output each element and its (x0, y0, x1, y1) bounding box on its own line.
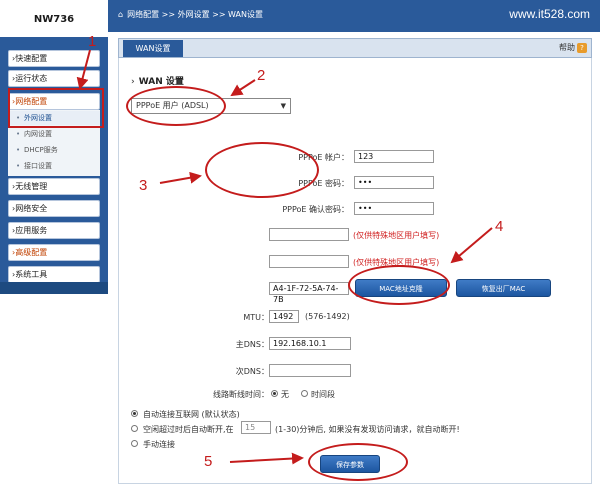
annotation-ring-2 (126, 86, 226, 126)
sidebar: NW736 ›快速配置 ›运行状态 ›网络配置 外网设置 内网设置 DHCP服务… (0, 0, 108, 488)
ac-name-input[interactable] (269, 255, 349, 268)
menu-advanced[interactable]: ›高级配置 (8, 244, 100, 261)
time-range-radio[interactable] (301, 390, 308, 397)
submenu-lan[interactable]: 内网设置 (8, 127, 100, 141)
tab-bar: WAN设置 帮助? (118, 38, 592, 58)
pppoe-confirm-input[interactable]: ••• (354, 202, 434, 215)
annotation-num-2: 2 (257, 67, 266, 84)
help-icon: ? (577, 42, 587, 53)
primary-dns-input[interactable]: 192.168.10.1 (269, 337, 351, 350)
annotation-num-5: 5 (204, 453, 213, 470)
server-name-hint: (仅供特殊地区用户填写) (353, 231, 440, 240)
annotation-num-4: 4 (495, 218, 504, 235)
primary-dns-label: 主DNS： (235, 340, 269, 349)
mtu-input[interactable]: 1492 (269, 310, 299, 323)
idle-disconnect-suffix: (1-30)分钟后, 如果没有发现访问请求，就自动断开! (275, 425, 460, 434)
annotation-ring-4 (348, 265, 450, 305)
help-link[interactable]: 帮助? (559, 42, 587, 53)
menu-run-status[interactable]: ›运行状态 (8, 70, 100, 87)
idle-disconnect-prefix: 空闲超过时后自动断开,在 (143, 425, 234, 434)
annotation-ring-5 (308, 443, 408, 481)
secondary-dns-label: 次DNS： (235, 367, 269, 376)
menu-security[interactable]: ›网络安全 (8, 200, 100, 217)
secondary-dns-input[interactable] (269, 364, 351, 377)
time-none-radio[interactable] (271, 390, 278, 397)
menu-system-tools[interactable]: ›系统工具 (8, 266, 100, 283)
pppoe-account-input[interactable]: 123 (354, 150, 434, 163)
sidebar-footer (0, 282, 108, 294)
tab-wan-settings[interactable]: WAN设置 (123, 40, 183, 57)
submenu-interface[interactable]: 接口设置 (8, 159, 100, 173)
auto-connect-radio[interactable] (131, 410, 138, 417)
time-none-label: 无 (281, 390, 289, 399)
pppoe-confirm-label: PPPoE 确认密码： (282, 205, 349, 214)
idle-minutes-input[interactable]: 15 (241, 421, 271, 434)
time-range-label: 时间段 (311, 390, 335, 399)
sidebar-blank (0, 294, 108, 488)
idle-disconnect-radio[interactable] (131, 425, 138, 432)
menu-wireless[interactable]: ›无线管理 (8, 178, 100, 195)
breadcrumb: ⌂ 网络配置 >> 外网设置 >> WAN设置 (118, 9, 263, 20)
submenu-dhcp[interactable]: DHCP服务 (8, 143, 100, 157)
menu-app-service[interactable]: ›应用服务 (8, 222, 100, 239)
mac-input[interactable]: A4-1F-72-5A-74-7B (269, 282, 349, 304)
annotation-num-1: 1 (88, 33, 97, 50)
annotation-box-1 (8, 88, 104, 128)
annotation-num-3: 3 (139, 177, 148, 194)
manual-connect-radio[interactable] (131, 440, 138, 447)
mtu-label: MTU： (243, 313, 269, 322)
watermark: www.it528.com (509, 7, 590, 21)
help-label: 帮助 (559, 43, 575, 52)
server-name-input[interactable] (269, 228, 349, 241)
pppoe-password-input[interactable]: ••• (354, 176, 434, 189)
manual-connect-label: 手动连接 (143, 440, 175, 449)
breadcrumb-text: 网络配置 >> 外网设置 >> WAN设置 (127, 10, 263, 19)
auto-connect-label: 自动连接互联网 (默认状态) (143, 410, 240, 419)
disconnect-time-label: 线路断线时间： (213, 390, 269, 399)
mtu-range: (576-1492) (305, 312, 350, 321)
home-icon: ⌂ (118, 10, 124, 19)
annotation-ring-3 (205, 142, 319, 198)
menu-quick-setup[interactable]: ›快速配置 (8, 50, 100, 67)
mac-restore-button[interactable]: 恢复出厂MAC (456, 279, 551, 297)
